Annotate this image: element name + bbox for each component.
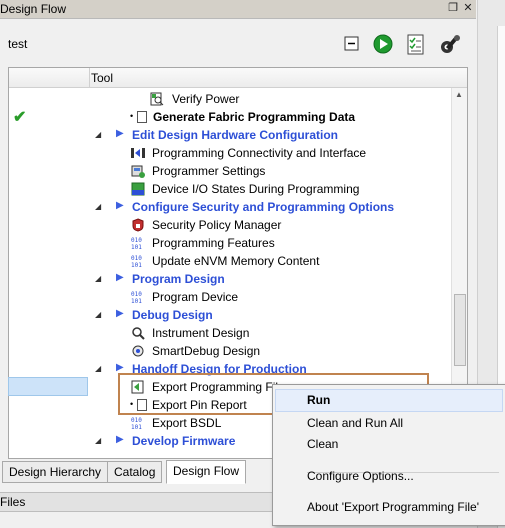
binary-data-icon: 010 101 bbox=[131, 416, 145, 431]
expanded-triangle-icon[interactable]: ◢ bbox=[95, 364, 101, 373]
file-icon bbox=[137, 111, 147, 123]
svg-text:010: 010 bbox=[131, 237, 142, 244]
tree-item-label: SmartDebug Design bbox=[152, 344, 261, 358]
bullet-icon: • bbox=[130, 111, 134, 121]
tree-category-label: Develop Firmware bbox=[132, 434, 236, 448]
close-icon[interactable]: ✕ bbox=[461, 2, 475, 15]
report-icon[interactable] bbox=[405, 33, 427, 55]
binary-data-icon: 010 101 bbox=[131, 290, 145, 305]
tree-category-debug-design[interactable]: ◢ ▶ Debug Design bbox=[9, 306, 449, 324]
tree-category-edit-design-hardware-configuration[interactable]: ◢ ▶ Edit Design Hardware Configuration bbox=[9, 126, 449, 144]
tree-item-label: Programming Connectivity and Interface bbox=[152, 146, 367, 160]
svg-text:101: 101 bbox=[131, 244, 142, 250]
smartdebug-icon bbox=[131, 344, 145, 358]
menu-item-clean-and-run-all[interactable]: Clean and Run All bbox=[307, 416, 403, 430]
configure-icon[interactable] bbox=[438, 33, 460, 55]
panel-title-bar: Design Flow ❐ ✕ bbox=[0, 0, 476, 19]
chevron-right-icon: ▶ bbox=[116, 272, 124, 283]
panel-title: Design Flow bbox=[0, 2, 67, 16]
tree-item-verify-power[interactable]: Verify Power bbox=[9, 90, 449, 108]
restore-icon[interactable]: ❐ bbox=[446, 2, 460, 15]
tab-design-flow[interactable]: Design Flow bbox=[166, 460, 247, 484]
tree-category-program-design[interactable]: ◢ ▶ Program Design bbox=[9, 270, 449, 288]
tree-item-label: Generate Fabric Programming Data bbox=[153, 110, 356, 124]
menu-item-run[interactable]: Run bbox=[307, 393, 330, 407]
tree-item-label: Security Policy Manager bbox=[152, 218, 282, 232]
chevron-right-icon: ▶ bbox=[116, 308, 124, 319]
chevron-right-icon: ▶ bbox=[116, 128, 124, 139]
menu-item-clean[interactable]: Clean bbox=[307, 437, 338, 451]
svg-text:101: 101 bbox=[131, 298, 142, 304]
tree-item-programming-features[interactable]: 010 101 Programming Features bbox=[9, 234, 449, 252]
project-name: test bbox=[8, 37, 28, 51]
tree-category-label: Configure Security and Programming Optio… bbox=[132, 200, 395, 214]
tree-item-label: Update eNVM Memory Content bbox=[152, 254, 320, 268]
tree-item-instrument-design[interactable]: Instrument Design bbox=[9, 324, 449, 342]
scroll-up-icon[interactable]: ▲ bbox=[455, 90, 463, 99]
tree-category-label: Program Design bbox=[132, 272, 225, 286]
tree-item-label: Program Device bbox=[152, 290, 239, 304]
scrollbar-thumb[interactable] bbox=[454, 294, 466, 366]
tree-item-program-device[interactable]: 010 101 Program Device bbox=[9, 288, 449, 306]
tree-item-label: Verify Power bbox=[172, 92, 240, 106]
tree-item-label: Instrument Design bbox=[152, 326, 250, 340]
checkmark-icon: ✔ bbox=[13, 109, 27, 126]
tab-design-hierarchy[interactable]: Design Hierarchy bbox=[2, 461, 109, 483]
files-panel-title: Files bbox=[0, 495, 26, 509]
context-menu: Run Clean and Run All Clean Configure Op… bbox=[272, 384, 505, 526]
selected-row-indicator bbox=[8, 377, 88, 396]
tree-item-security-policy-manager[interactable]: Security Policy Manager bbox=[9, 216, 449, 234]
svg-text:010: 010 bbox=[131, 291, 142, 298]
expanded-triangle-icon[interactable]: ◢ bbox=[95, 436, 101, 445]
tree-item-smartdebug-design[interactable]: SmartDebug Design bbox=[9, 342, 449, 360]
chevron-right-icon: ▶ bbox=[116, 362, 124, 373]
run-icon[interactable] bbox=[372, 33, 394, 55]
io-states-icon bbox=[131, 182, 145, 196]
connectivity-icon bbox=[131, 146, 145, 160]
menu-item-configure-options[interactable]: Configure Options... bbox=[307, 469, 414, 483]
tree-category-configure-security[interactable]: ◢ ▶ Configure Security and Programming O… bbox=[9, 198, 449, 216]
chevron-right-icon: ▶ bbox=[116, 200, 124, 211]
binary-data-icon: 010 101 bbox=[131, 236, 145, 251]
binary-data-icon: 010 101 bbox=[131, 254, 145, 269]
security-shield-icon bbox=[131, 218, 145, 232]
tree-category-label: Debug Design bbox=[132, 308, 213, 322]
svg-text:101: 101 bbox=[131, 262, 142, 268]
expanded-triangle-icon[interactable]: ◢ bbox=[95, 310, 101, 319]
tree-item-label: Device I/O States During Programming bbox=[152, 182, 360, 196]
tab-catalog[interactable]: Catalog bbox=[107, 461, 163, 483]
tree-item-label: Programming Features bbox=[152, 236, 275, 250]
verify-power-icon bbox=[150, 92, 164, 106]
menu-item-about[interactable]: About 'Export Programming File' bbox=[307, 500, 479, 514]
tree-item-device-io-states[interactable]: Device I/O States During Programming bbox=[9, 180, 449, 198]
programmer-settings-icon bbox=[131, 164, 145, 178]
expanded-triangle-icon[interactable]: ◢ bbox=[95, 130, 101, 139]
expanded-triangle-icon[interactable]: ◢ bbox=[95, 202, 101, 211]
svg-text:010: 010 bbox=[131, 255, 142, 262]
tree-item-label: Export BSDL bbox=[152, 416, 222, 430]
tree-category-label: Edit Design Hardware Configuration bbox=[132, 128, 339, 142]
tree-item-update-envm[interactable]: 010 101 Update eNVM Memory Content bbox=[9, 252, 449, 270]
tree-header: Tool bbox=[9, 68, 467, 88]
tree-item-programmer-settings[interactable]: Programmer Settings bbox=[9, 162, 449, 180]
collapse-icon[interactable] bbox=[341, 33, 363, 55]
tool-column-header[interactable]: Tool bbox=[91, 71, 113, 85]
expanded-triangle-icon[interactable]: ◢ bbox=[95, 274, 101, 283]
chevron-right-icon: ▶ bbox=[116, 434, 124, 445]
tree-item-programming-connectivity[interactable]: Programming Connectivity and Interface bbox=[9, 144, 449, 162]
status-column-header[interactable] bbox=[9, 68, 90, 87]
svg-text:101: 101 bbox=[131, 424, 142, 430]
tree-item-label: Programmer Settings bbox=[152, 164, 266, 178]
svg-text:010: 010 bbox=[131, 417, 142, 424]
magnifier-icon bbox=[131, 326, 145, 340]
tree-item-generate-fabric-programming-data[interactable]: ✔ • Generate Fabric Programming Data bbox=[9, 108, 449, 126]
